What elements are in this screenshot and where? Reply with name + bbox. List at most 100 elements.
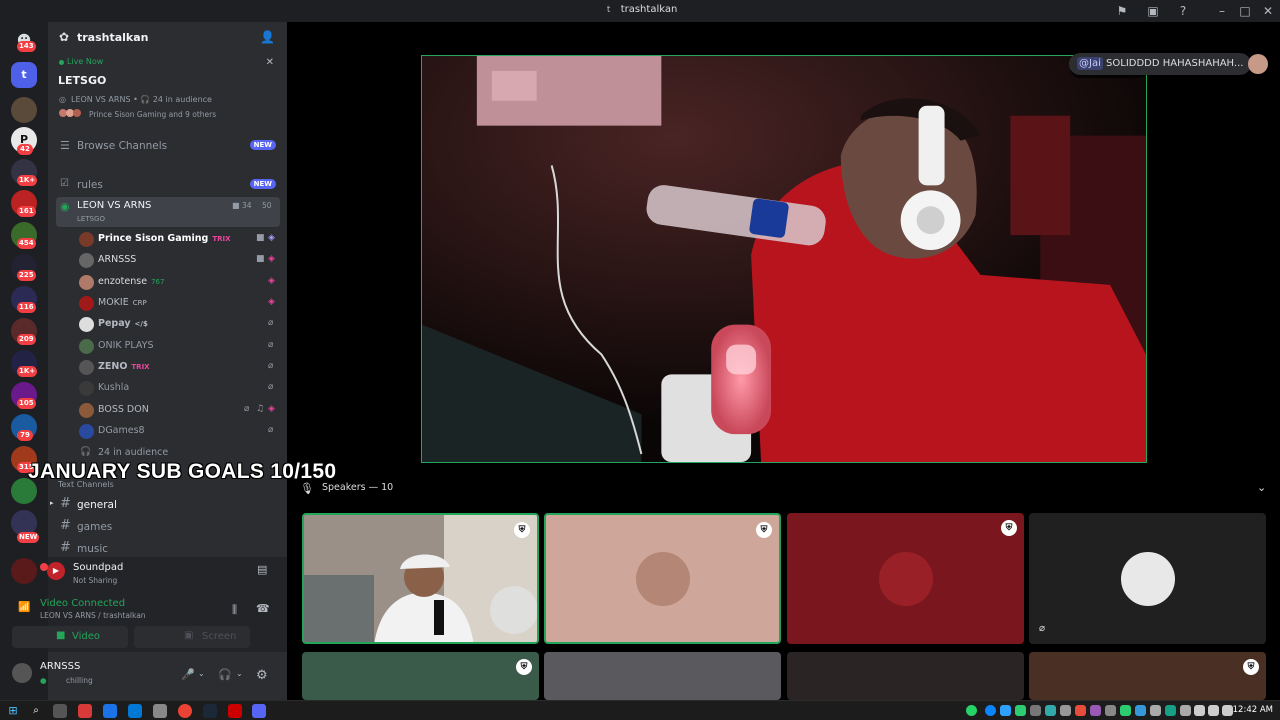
speaker-tile[interactable]: ⌀	[1029, 513, 1266, 644]
tray-icon[interactable]	[1000, 705, 1011, 716]
tray-icon[interactable]	[1030, 705, 1041, 716]
speaker-tile[interactable]	[544, 652, 781, 700]
member-row[interactable]: enzotense 767 ◈	[76, 273, 281, 292]
tray-icon[interactable]	[1165, 705, 1176, 716]
noise-suppression-icon[interactable]: ⫼	[232, 603, 237, 617]
tray-icon[interactable]	[1015, 705, 1026, 716]
member-row[interactable]: ZENO TRIX ⌀	[76, 358, 281, 377]
whatsapp-icon[interactable]	[966, 705, 977, 716]
tray-icon[interactable]	[1060, 705, 1071, 716]
unread-badge: 79	[17, 430, 33, 441]
new-badge: NEW	[249, 140, 276, 150]
tray-icon[interactable]	[1045, 705, 1056, 716]
settings-gear-icon[interactable]: ⚙	[256, 668, 268, 683]
tray-icon[interactable]	[1120, 705, 1131, 716]
live-video-feed	[422, 56, 1146, 462]
muted-icon: ⌀	[268, 425, 274, 435]
channel-stage-leon-vs-arns[interactable]: ◉ LEON VS ARNS LETSGO ■ 34 50	[56, 197, 280, 227]
help-icon[interactable]: ?	[1175, 3, 1191, 19]
add-member-icon[interactable]: 👤	[260, 30, 275, 44]
browse-channels[interactable]: ☰ Browse Channels NEW	[56, 135, 280, 157]
app-icon[interactable]	[228, 704, 242, 718]
screen-share-icon[interactable]: ▤	[257, 563, 267, 576]
channel-games[interactable]: # games	[56, 516, 280, 538]
activity-icon: ◈	[268, 297, 275, 307]
tray-icon[interactable]	[1090, 705, 1101, 716]
volume-icon[interactable]	[1208, 705, 1219, 716]
unread-badge: 116	[17, 302, 36, 313]
member-row[interactable]: BOSS DON ⌀ ♫ ◈	[76, 401, 281, 420]
voice-location[interactable]: LEON VS ARNS / trashtalkan	[40, 611, 146, 620]
main-video-frame[interactable]	[421, 55, 1147, 463]
collapse-chevron-icon[interactable]: ⌄	[1257, 481, 1266, 494]
disconnect-icon[interactable]: ☎	[256, 602, 270, 615]
video-camera-icon: ■	[56, 630, 66, 641]
moderator-shield-icon: ⛨	[514, 522, 530, 538]
tray-icon[interactable]	[1135, 705, 1146, 716]
speaker-tile[interactable]: ⛨	[544, 513, 781, 644]
steam-icon[interactable]	[203, 704, 217, 718]
battery-icon[interactable]	[1222, 705, 1233, 716]
avatar[interactable]	[12, 663, 32, 683]
server-header[interactable]: ✿ trashtalkan ⌄ 👤	[48, 22, 287, 54]
search-icon[interactable]: ⌕	[29, 704, 43, 718]
chevron-down-icon[interactable]: ⌄	[198, 669, 205, 678]
channel-general[interactable]: ▸ # general	[50, 494, 280, 516]
member-row[interactable]: DGames8 ⌀	[76, 422, 281, 441]
speaker-tile[interactable]: ⛨	[302, 652, 539, 700]
chat-bubble[interactable]: @Jai SOLIDDDD HAHASHAHAH...	[1069, 53, 1252, 75]
activity-icon: ◈	[268, 404, 275, 414]
member-row[interactable]: ONIK PLAYS ⌀	[76, 337, 281, 356]
app-icon[interactable]	[153, 704, 167, 718]
bluetooth-icon[interactable]	[985, 705, 996, 716]
tray-icon[interactable]	[1150, 705, 1161, 716]
online-icon: ●	[40, 676, 47, 685]
windows-start-icon[interactable]: ⊞	[6, 704, 20, 718]
server-icon-trashtalkan[interactable]: t	[11, 62, 37, 88]
member-row[interactable]: MOKIE CRP ◈	[76, 294, 281, 313]
tray-icon[interactable]	[1105, 705, 1116, 716]
server-icon[interactable]	[11, 97, 37, 123]
member-row[interactable]: Pepay </$ ⌀	[76, 315, 281, 334]
screen-button[interactable]: ▣ Screen	[134, 626, 250, 648]
tray-icon[interactable]	[1075, 705, 1086, 716]
app-icon[interactable]	[103, 704, 117, 718]
speaker-tile[interactable]	[787, 652, 1024, 700]
chevron-down-icon[interactable]: ⌄	[236, 669, 243, 678]
channel-music[interactable]: # music	[56, 538, 280, 554]
signal-icon[interactable]: 📶	[18, 602, 30, 613]
voice-status[interactable]: Video Connected	[40, 598, 125, 609]
speaker-tile[interactable]: ⛨	[787, 513, 1024, 644]
microphone-icon[interactable]: 🎤	[181, 668, 195, 681]
screen-icon: ▣	[184, 630, 194, 641]
tray-icon[interactable]	[1180, 705, 1191, 716]
inbox-flag-icon[interactable]: ⚑	[1114, 3, 1130, 19]
unread-badge: 225	[17, 270, 36, 281]
chrome-icon[interactable]	[178, 704, 192, 718]
member-row[interactable]: ARNSSS ■ ◈	[76, 251, 281, 270]
headphones-icon[interactable]: 🎧	[218, 668, 232, 681]
avatar	[79, 232, 94, 247]
channel-rules[interactable]: ☑ rules NEW	[56, 174, 280, 196]
discord-icon[interactable]	[252, 704, 266, 718]
video-button[interactable]: ■ Video	[12, 626, 128, 648]
system-clock[interactable]: 12:42 AM	[1233, 705, 1273, 715]
close-icon[interactable]: ✕	[266, 57, 274, 68]
speaker-tile[interactable]: ⛨	[1029, 652, 1266, 700]
task-view-icon[interactable]	[53, 704, 67, 718]
chat-mention[interactable]: @Jai	[1077, 57, 1103, 70]
app-icon[interactable]	[78, 704, 92, 718]
close-window-button[interactable]: ✕	[1260, 3, 1276, 19]
minimize-button[interactable]: –	[1214, 3, 1230, 19]
member-row[interactable]: Prince Sison Gaming TRIX ■ ◈	[76, 230, 281, 249]
new-badge: NEW	[17, 532, 40, 543]
chevron-down-icon: ⌄	[132, 31, 140, 41]
speaker-tile[interactable]: ⛨	[302, 513, 539, 644]
maximize-button[interactable]: □	[1237, 3, 1253, 19]
wifi-icon[interactable]	[1194, 705, 1205, 716]
server-icon[interactable]	[11, 558, 37, 584]
outlook-icon[interactable]	[128, 704, 142, 718]
member-row[interactable]: Kushla ⌀	[76, 379, 281, 398]
screen-share-icon[interactable]: ▣	[1145, 3, 1161, 19]
live-event-card[interactable]: Live Now ✕ LETSGO ◎ LEON VS ARNS • 🎧 24 …	[48, 54, 287, 124]
